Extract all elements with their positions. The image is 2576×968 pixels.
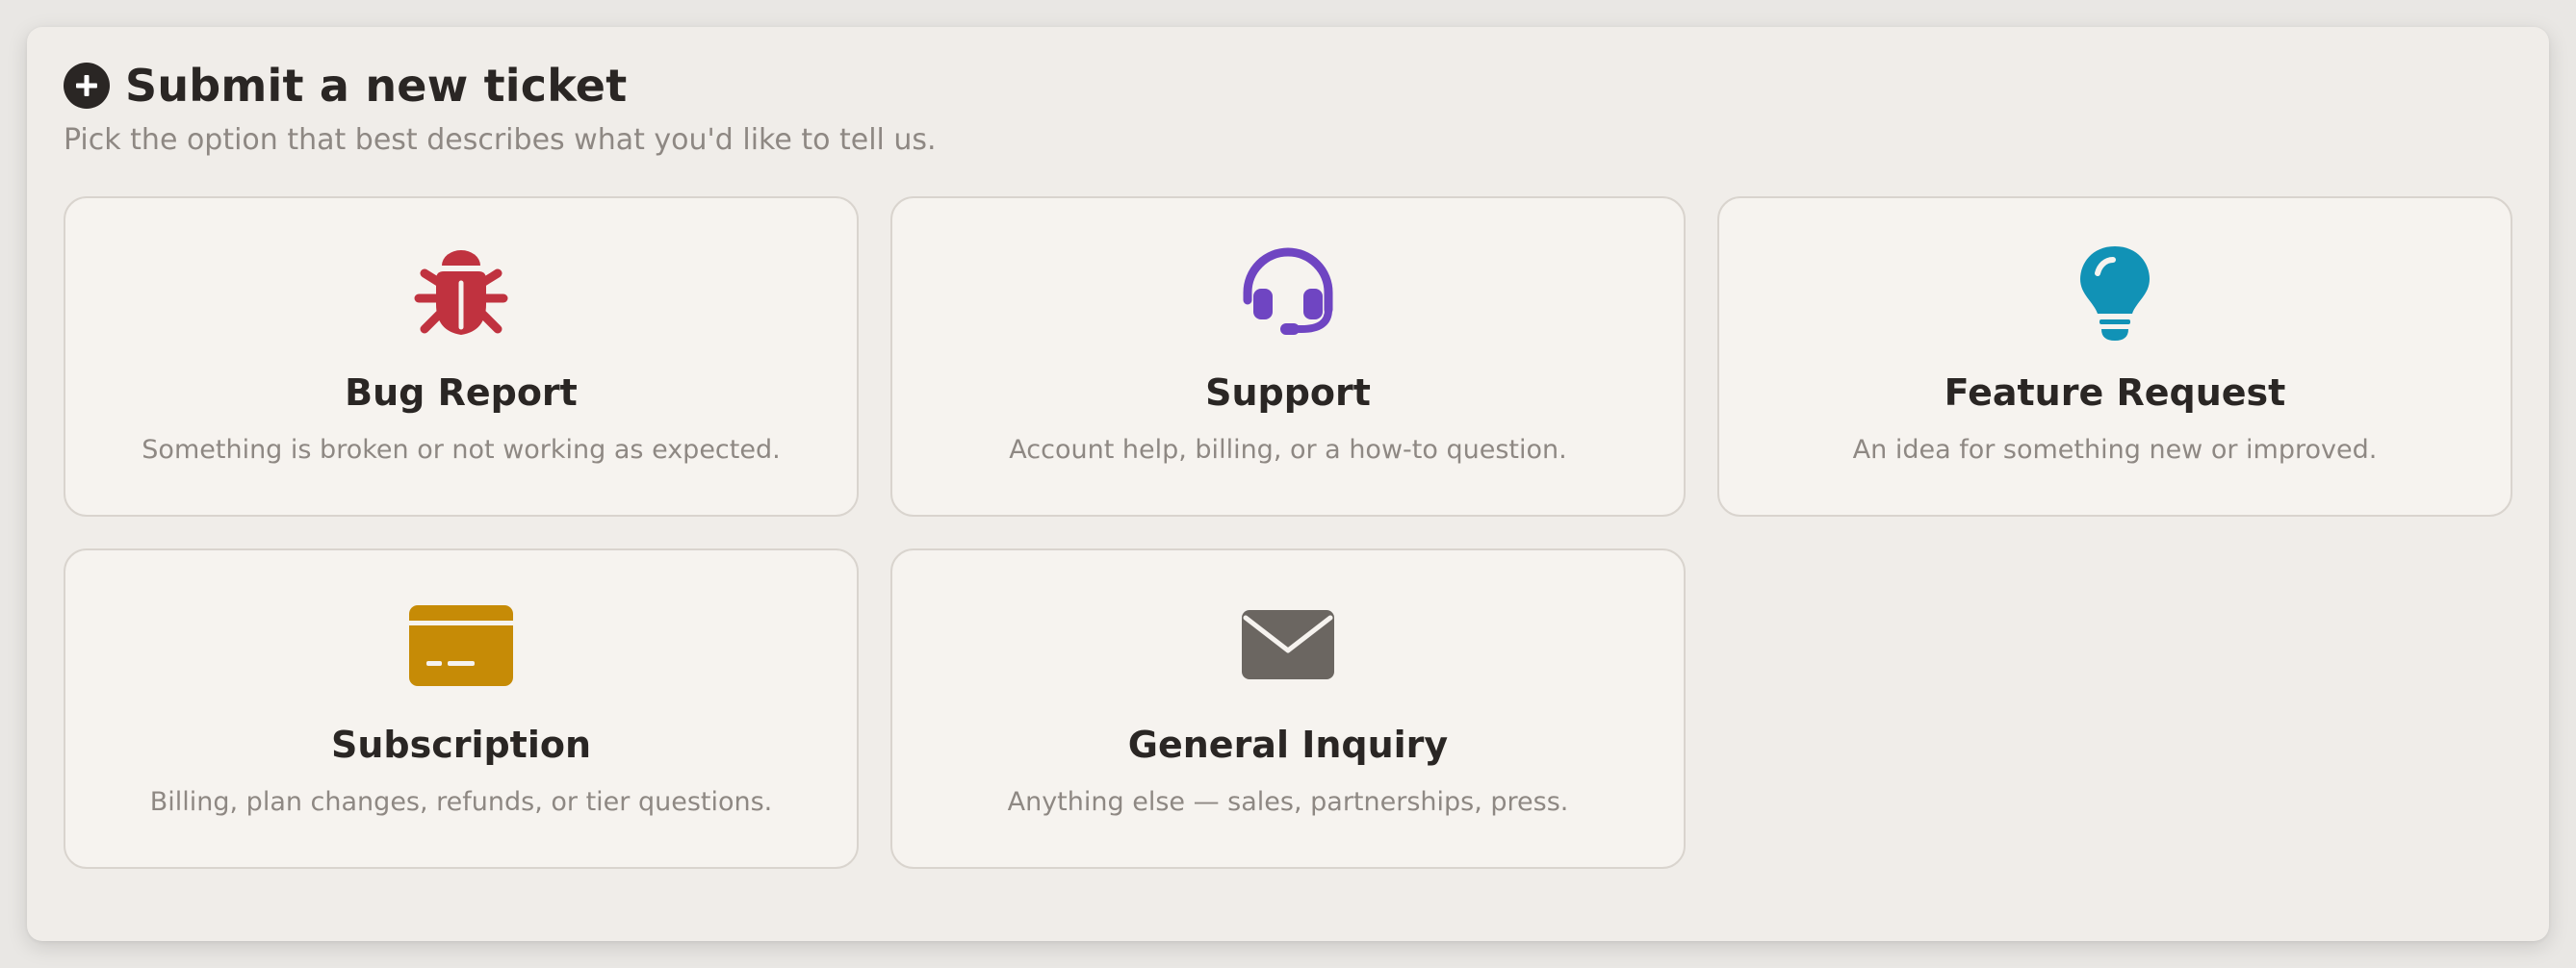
option-title: General Inquiry <box>1127 724 1449 766</box>
option-title: Bug Report <box>345 371 578 414</box>
option-description: Billing, plan changes, refunds, or tier … <box>149 787 773 817</box>
page-title: Submit a new ticket <box>125 60 628 112</box>
plus-circle-icon <box>64 63 110 109</box>
ticket-panel: Submit a new ticket Pick the option that… <box>27 27 2549 941</box>
option-card-support[interactable]: Support Account help, billing, or a how-… <box>890 196 1686 517</box>
page-subtitle: Pick the option that best describes what… <box>64 123 937 157</box>
lightbulb-icon <box>2076 242 2153 343</box>
option-grid: Bug Report Something is broken or not wo… <box>64 196 2512 869</box>
option-description: Something is broken or not working as ex… <box>142 435 781 465</box>
option-title: Subscription <box>330 724 592 766</box>
option-title: Support <box>1205 371 1371 414</box>
option-card-bug-report[interactable]: Bug Report Something is broken or not wo… <box>64 196 859 517</box>
credit-card-icon <box>407 595 515 695</box>
header: Submit a new ticket <box>64 60 627 112</box>
headset-icon <box>1238 242 1338 343</box>
bug-icon <box>413 242 509 343</box>
option-card-general-inquiry[interactable]: General Inquiry Anything else — sales, p… <box>890 548 1686 869</box>
option-description: Account help, billing, or a how-to quest… <box>1009 435 1567 465</box>
option-card-subscription[interactable]: Subscription Billing, plan changes, refu… <box>64 548 859 869</box>
option-title: Feature Request <box>1944 371 2286 414</box>
option-description: An idea for something new or improved. <box>1852 435 2378 465</box>
option-description: Anything else — sales, partnerships, pre… <box>1007 787 1569 817</box>
envelope-icon <box>1240 595 1336 695</box>
option-card-feature-request[interactable]: Feature Request An idea for something ne… <box>1717 196 2512 517</box>
